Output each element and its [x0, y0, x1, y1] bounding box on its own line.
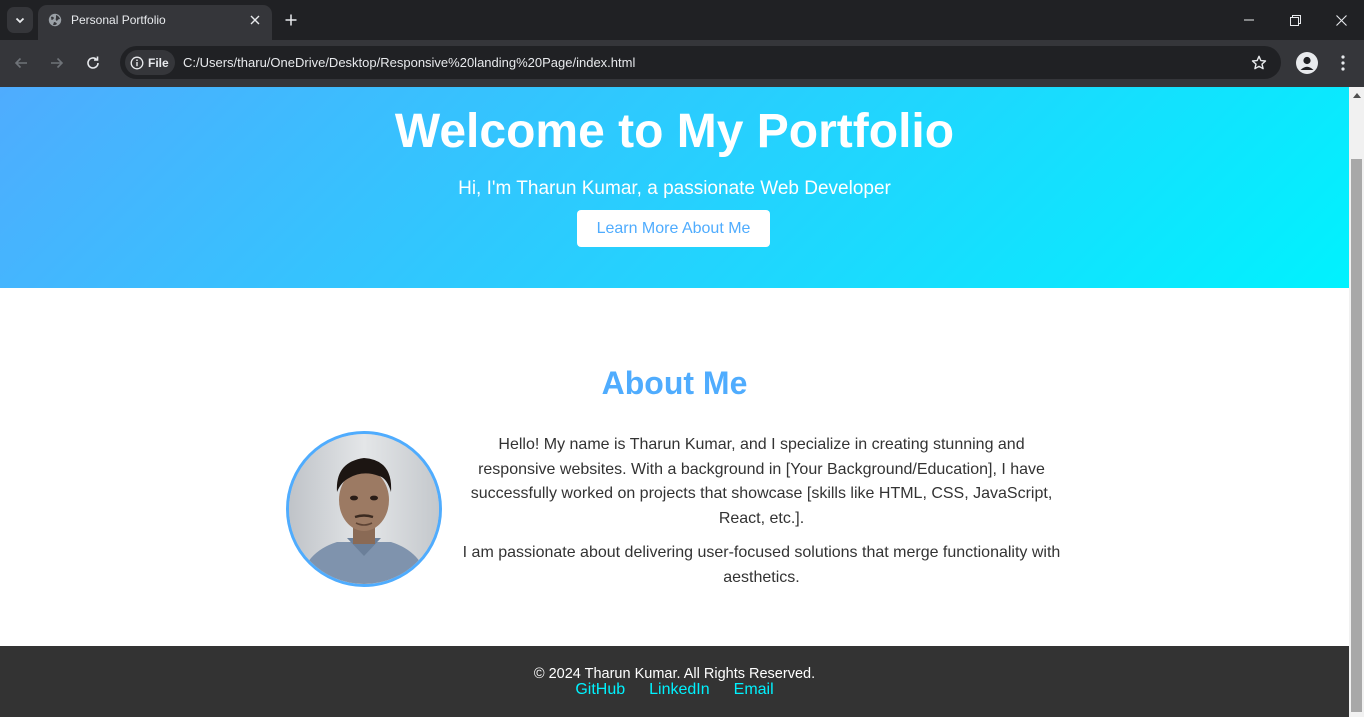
back-button[interactable]	[10, 52, 32, 74]
address-bar[interactable]: File C:/Users/tharu/OneDrive/Desktop/Res…	[120, 46, 1281, 79]
bookmark-button[interactable]	[1250, 54, 1267, 71]
tab-close-button[interactable]	[247, 12, 263, 28]
page-viewport: Welcome to My Portfolio Hi, I'm Tharun K…	[0, 87, 1349, 717]
triangle-up-icon	[1352, 93, 1361, 98]
person-portrait-image	[289, 434, 439, 584]
more-vert-icon	[1341, 55, 1345, 71]
about-section: About Me Hello! My name is Tharun Kumar,…	[0, 288, 1349, 646]
close-icon	[1335, 14, 1347, 26]
tab-title: Personal Portfolio	[71, 13, 166, 27]
browser-menu-button[interactable]	[1334, 52, 1352, 74]
info-icon	[130, 56, 144, 69]
email-link[interactable]: Email	[734, 681, 774, 699]
page-footer: © 2024 Tharun Kumar. All Rights Reserved…	[0, 646, 1349, 717]
about-description: Hello! My name is Tharun Kumar, and I sp…	[460, 433, 1063, 590]
browser-toolbar: File C:/Users/tharu/OneDrive/Desktop/Res…	[0, 40, 1364, 87]
close-icon	[250, 15, 260, 25]
profile-button[interactable]	[1296, 52, 1318, 74]
about-paragraph: Hello! My name is Tharun Kumar, and I sp…	[470, 436, 1053, 527]
forward-button[interactable]	[46, 52, 68, 74]
page-scrollbar[interactable]	[1349, 87, 1364, 717]
new-tab-button[interactable]	[282, 11, 300, 29]
github-link[interactable]: GitHub	[575, 681, 625, 699]
reload-button[interactable]	[82, 52, 104, 74]
scroll-up-button[interactable]	[1349, 87, 1364, 103]
linkedin-link[interactable]: LinkedIn	[649, 681, 710, 699]
tab-strip: Personal Portfolio	[0, 0, 1364, 40]
browser-tab[interactable]: Personal Portfolio	[38, 5, 272, 40]
reload-icon	[87, 56, 99, 69]
about-paragraph: I am passionate about delivering user-fo…	[462, 544, 1061, 586]
about-title: About Me	[601, 365, 748, 401]
chevron-down-icon	[15, 17, 25, 24]
learn-more-button[interactable]: Learn More About Me	[577, 210, 770, 247]
hero-title: Welcome to My Portfolio	[394, 105, 955, 158]
scrollbar-thumb[interactable]	[1351, 159, 1362, 712]
profile-photo	[286, 431, 442, 587]
arrow-left-icon	[14, 57, 27, 69]
minimize-button[interactable]	[1226, 0, 1272, 40]
plus-icon	[285, 14, 297, 26]
minimize-icon	[1244, 19, 1254, 21]
profile-icon	[1300, 56, 1314, 70]
restore-button[interactable]	[1272, 0, 1318, 40]
copyright-text: © 2024 Tharun Kumar. All Rights Reserved…	[533, 666, 816, 682]
hero-subtitle: Hi, I'm Tharun Kumar, a passionate Web D…	[458, 178, 891, 199]
globe-icon	[48, 13, 62, 27]
arrow-right-icon	[51, 57, 64, 69]
tab-search-button[interactable]	[7, 7, 33, 33]
close-window-button[interactable]	[1318, 0, 1364, 40]
footer-links: GitHub LinkedIn Email	[0, 681, 1349, 699]
restore-icon	[1289, 14, 1301, 26]
site-chip-label: File	[148, 55, 169, 70]
site-info-chip[interactable]: File	[125, 50, 175, 75]
hero-section: Welcome to My Portfolio Hi, I'm Tharun K…	[0, 87, 1349, 288]
star-icon	[1251, 55, 1266, 69]
url-text[interactable]: C:/Users/tharu/OneDrive/Desktop/Responsi…	[183, 55, 635, 70]
